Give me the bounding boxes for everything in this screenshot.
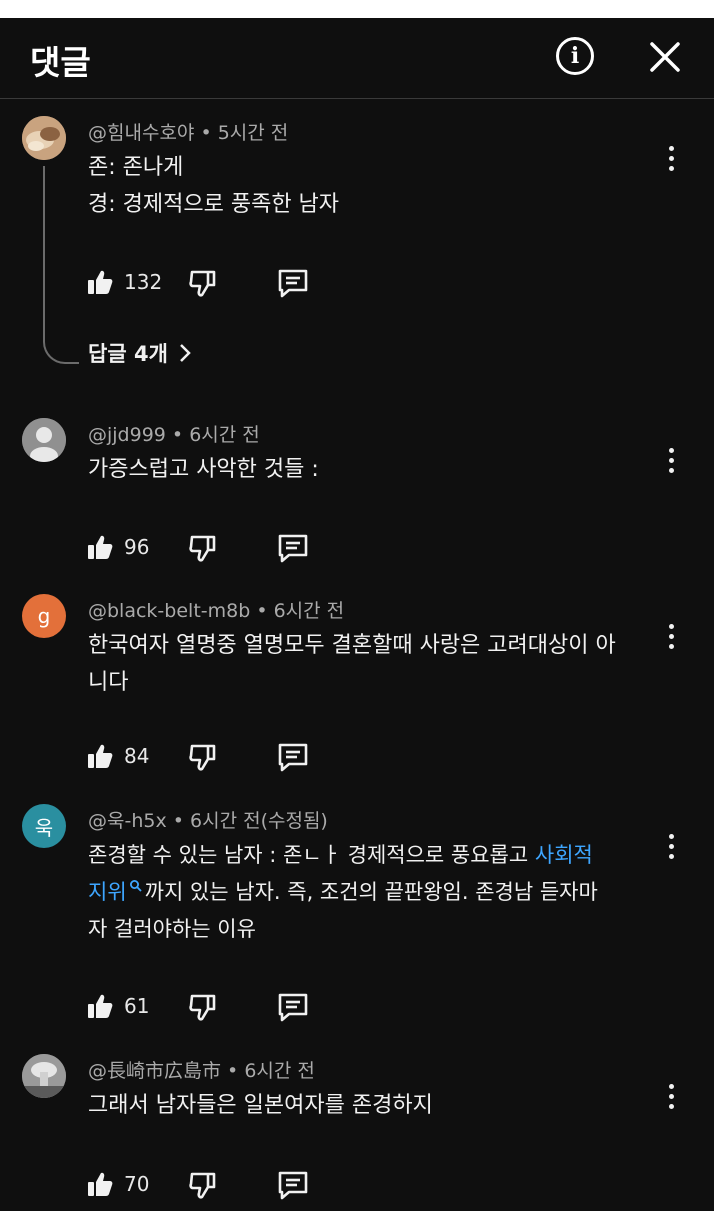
view-replies-button[interactable]: 답글 4개 bbox=[88, 338, 192, 368]
thumbs-down-icon[interactable] bbox=[188, 268, 218, 298]
avatar[interactable] bbox=[22, 1054, 66, 1098]
comment-time: 5시간 전 bbox=[217, 122, 289, 144]
comment-text-segment: 존경할 수 있는 남자 : 존ㄴㅏ 경제적으로 풍요롭고 bbox=[88, 843, 535, 867]
default-user-icon bbox=[22, 418, 66, 462]
comment-line: 니다 bbox=[88, 670, 129, 695]
like-count: 61 bbox=[124, 994, 150, 1018]
search-link[interactable]: 지위 bbox=[88, 880, 127, 904]
comment-text-segment: 까지 있는 남자. 즉, 조건의 끝판왕임. 존경남 듣자마 bbox=[144, 880, 598, 904]
comment-text: 존경할 수 있는 남자 : 존ㄴㅏ 경제적으로 풍요롭고 사회적 지위 까지 있는… bbox=[88, 837, 668, 948]
avatar[interactable]: g bbox=[22, 594, 66, 638]
thumbs-down-icon[interactable] bbox=[188, 992, 218, 1022]
comment-line: 가증스럽고 사악한 것들 : bbox=[88, 457, 319, 482]
thumbs-up-icon[interactable] bbox=[86, 742, 114, 770]
reply-icon[interactable] bbox=[276, 1169, 310, 1201]
comment-line: 그래서 남자들은 일본여자를 존경하지 bbox=[88, 1093, 433, 1118]
thumbs-up-icon[interactable] bbox=[86, 268, 114, 296]
like-count: 96 bbox=[124, 535, 150, 559]
comment-text: 가증스럽고 사악한 것들 : bbox=[88, 451, 668, 488]
thumbs-up-icon[interactable] bbox=[86, 533, 114, 561]
comment-line: 경: 경제적으로 풍족한 남자 bbox=[88, 192, 340, 217]
chevron-right-icon bbox=[180, 344, 191, 362]
avatar-photo-icon bbox=[22, 1054, 66, 1098]
comment-meta: @長崎市広島市 • 6시간 전 bbox=[88, 1060, 315, 1082]
thumbs-down-icon[interactable] bbox=[188, 742, 218, 772]
like-count: 84 bbox=[124, 744, 150, 768]
comment-time: 6시간 전 bbox=[189, 424, 260, 446]
like-count: 70 bbox=[124, 1172, 150, 1196]
comment-actions: 70 bbox=[86, 1168, 346, 1202]
comment-line: 지위 까지 있는 남자. 즉, 조건의 끝판왕임. 존경남 듣자마 bbox=[88, 874, 668, 911]
comment-actions: 61 bbox=[86, 990, 346, 1024]
comment-author[interactable]: @長崎市広島市 bbox=[88, 1060, 221, 1082]
like-count: 132 bbox=[124, 270, 163, 294]
comment-text: 한국여자 열명중 열명모두 결혼할때 사랑은 고려대상이 아 니다 bbox=[88, 627, 668, 701]
thumbs-up-icon[interactable] bbox=[86, 992, 114, 1020]
comment-time: 6시간 전 bbox=[273, 600, 345, 622]
reply-thread-line bbox=[43, 166, 79, 364]
avatar[interactable] bbox=[22, 418, 66, 462]
avatar[interactable] bbox=[22, 116, 66, 160]
avatar[interactable]: 욱 bbox=[22, 804, 66, 848]
comment-text: 존: 존나게 경: 경제적으로 풍족한 남자 bbox=[88, 149, 668, 223]
thumbs-down-icon[interactable] bbox=[188, 533, 218, 563]
comment-time: 6시간 전 bbox=[244, 1060, 315, 1082]
comment-text: 그래서 남자들은 일본여자를 존경하지 bbox=[88, 1087, 668, 1124]
panel-title: 댓글 bbox=[30, 43, 91, 82]
replies-label: 답글 4개 bbox=[88, 342, 168, 366]
comment-meta: @jjd999 • 6시간 전 bbox=[88, 424, 260, 446]
comment-meta: @black-belt-m8b • 6시간 전 bbox=[88, 600, 345, 622]
comment-author[interactable]: @black-belt-m8b bbox=[88, 600, 250, 622]
comment-line: 존경할 수 있는 남자 : 존ㄴㅏ 경제적으로 풍요롭고 사회적 bbox=[88, 837, 668, 874]
comment-actions: 96 bbox=[86, 531, 346, 565]
comments-header: 댓글 i bbox=[0, 18, 714, 99]
comment-actions: 84 bbox=[86, 740, 346, 774]
search-link[interactable]: 사회적 bbox=[535, 843, 593, 867]
info-icon[interactable]: i bbox=[556, 37, 594, 75]
comment-line: 자 걸러야하는 이유 bbox=[88, 917, 256, 941]
comment-time: 6시간 전(수정됨) bbox=[190, 810, 328, 832]
avatar-letter: g bbox=[37, 604, 51, 628]
comment-actions: 132 bbox=[86, 266, 346, 300]
avatar-photo-icon bbox=[22, 116, 66, 160]
reply-icon[interactable] bbox=[276, 991, 310, 1023]
comments-panel: 댓글 i @힘내수호야 • 5시간 전 존: 존나게 경: 경제적으로 풍족한 … bbox=[0, 18, 714, 1211]
comment-line: 한국여자 열명중 열명모두 결혼할때 사랑은 고려대상이 아 bbox=[88, 633, 616, 658]
reply-icon[interactable] bbox=[276, 532, 310, 564]
search-icon[interactable] bbox=[129, 879, 143, 893]
close-icon[interactable] bbox=[648, 40, 682, 74]
comment-line: 존: 존나게 bbox=[88, 155, 184, 180]
comment-author[interactable]: @jjd999 bbox=[88, 424, 166, 446]
thumbs-up-icon[interactable] bbox=[86, 1170, 114, 1198]
comment-meta: @힘내수호야 • 5시간 전 bbox=[88, 122, 289, 144]
comment-author[interactable]: @욱-h5x bbox=[88, 810, 167, 832]
reply-icon[interactable] bbox=[276, 267, 310, 299]
avatar-letter: 욱 bbox=[34, 815, 54, 840]
thumbs-down-icon[interactable] bbox=[188, 1170, 218, 1200]
comment-author[interactable]: @힘내수호야 bbox=[88, 122, 194, 144]
comment-meta: @욱-h5x • 6시간 전(수정됨) bbox=[88, 810, 328, 832]
reply-icon[interactable] bbox=[276, 741, 310, 773]
